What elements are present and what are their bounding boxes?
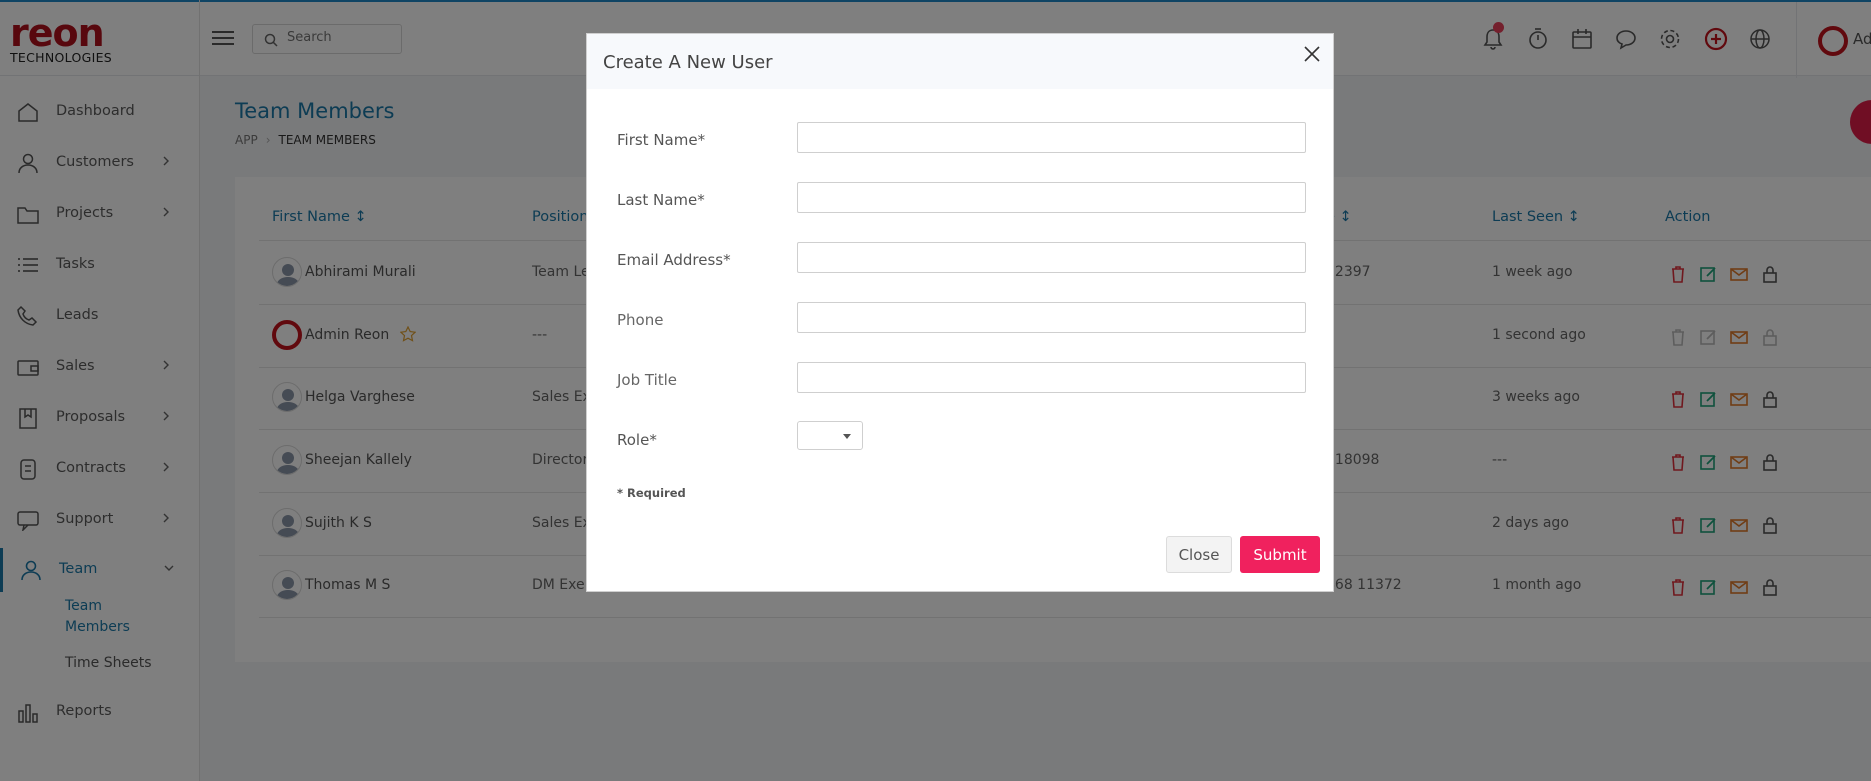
role-select[interactable]	[797, 421, 863, 450]
modal-title: Create A New User	[603, 52, 773, 73]
first-name-field[interactable]	[797, 122, 1306, 153]
modal-header: Create A New User	[587, 34, 1333, 89]
close-icon[interactable]	[1302, 44, 1322, 64]
create-user-modal: Create A New User First Name* Last Name*…	[586, 33, 1334, 592]
last-name-field[interactable]	[797, 182, 1306, 213]
close-button[interactable]: Close	[1166, 536, 1232, 573]
role-label: Role*	[617, 431, 657, 449]
submit-button[interactable]: Submit	[1240, 536, 1320, 573]
first-name-label: First Name*	[617, 131, 706, 149]
required-note: * Required	[617, 486, 686, 500]
last-name-label: Last Name*	[617, 191, 705, 209]
phone-field[interactable]	[797, 302, 1306, 333]
caret-down-icon	[843, 434, 851, 439]
email-field[interactable]	[797, 242, 1306, 273]
job-title-field[interactable]	[797, 362, 1306, 393]
email-label: Email Address*	[617, 251, 731, 269]
job-title-label: Job Title	[617, 371, 678, 389]
phone-label: Phone	[617, 311, 664, 329]
